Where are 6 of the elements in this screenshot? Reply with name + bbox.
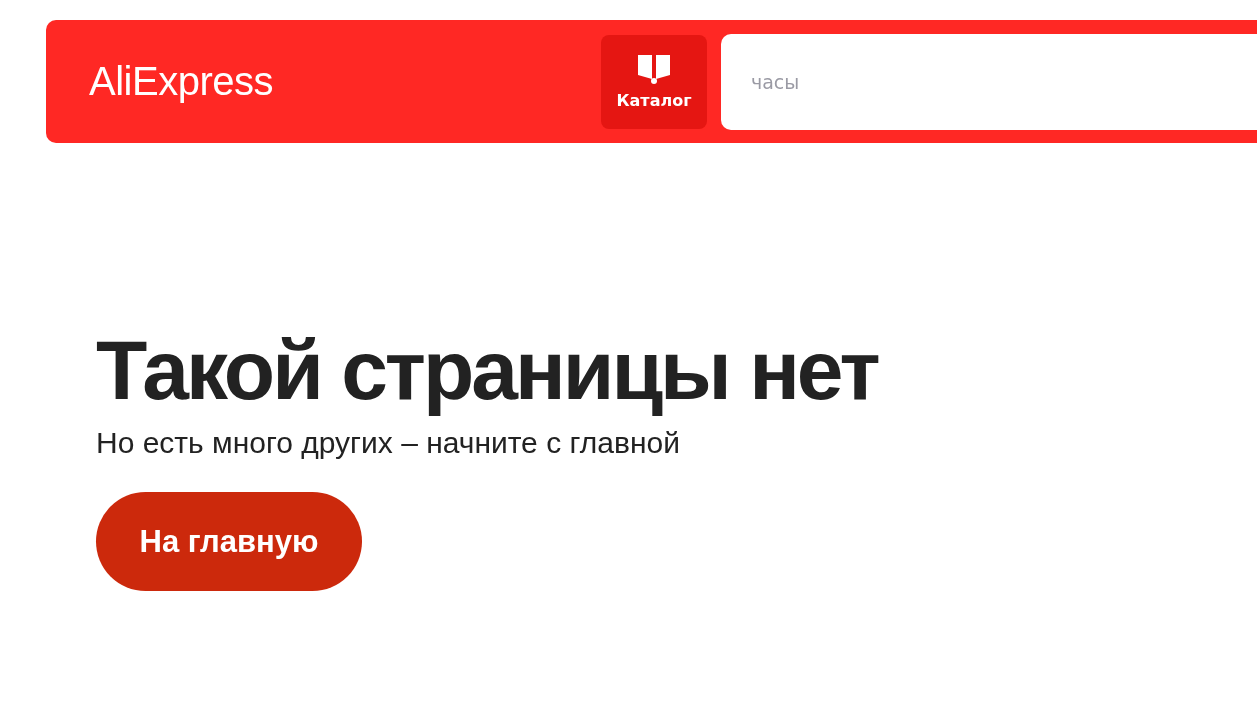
catalog-button[interactable]: Каталог xyxy=(601,34,707,129)
logo[interactable]: AliExpress xyxy=(89,59,601,104)
home-button[interactable]: На главную xyxy=(96,492,362,591)
book-icon xyxy=(637,53,671,85)
subtitle: Но есть много других – начните с главной xyxy=(96,426,680,460)
search-field[interactable]: часы xyxy=(721,33,1257,130)
